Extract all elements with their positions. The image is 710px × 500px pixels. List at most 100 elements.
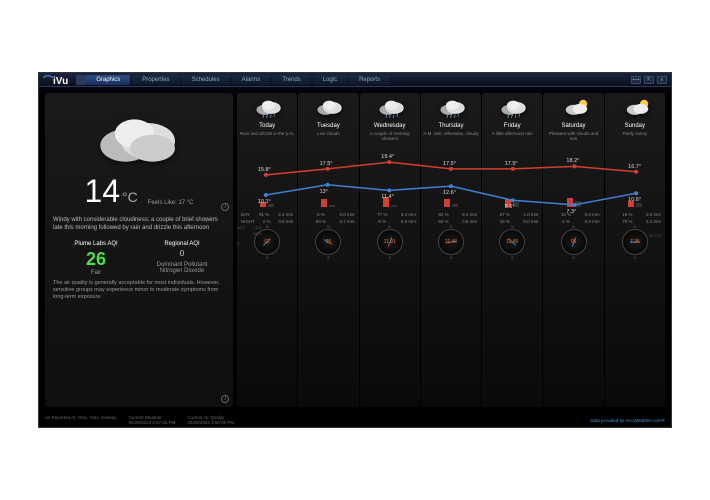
forecast-icon [496, 97, 528, 121]
detach-icon[interactable]: ⇱ [644, 76, 654, 84]
precip: 82 %9.2 mm60 %0.5 mm [423, 211, 479, 225]
regional-aqi-value: 0 [139, 249, 225, 258]
tab-properties[interactable]: Properties [132, 75, 179, 85]
temp-unit: °C [122, 189, 138, 205]
day-desc: Pleasant with clouds and sun [545, 131, 601, 143]
logo: ⌒iVu [43, 72, 68, 87]
wind-compass: 7.35 [622, 229, 648, 255]
precip: DAY91 %2.2 mmNIGHT2 %0.0 mm [239, 211, 295, 225]
plume-aqi-label: Plume Labs AQI [53, 241, 139, 247]
tab-graphics[interactable]: Graphics [86, 75, 130, 85]
day-6[interactable]: Sunday Partly sunny 15 %0.0 mm70 %3.3 mm 7.… [605, 93, 665, 407]
tab-reports[interactable]: Reports [349, 75, 390, 85]
axis-top: 65°F [237, 225, 246, 230]
day-desc: A.M. rain; otherwise, cloudy [423, 131, 478, 143]
hi-temp: 19.4° [381, 154, 394, 160]
wind-compass: 11.43 [438, 229, 464, 255]
data-provider: Data provided by AccuWeather.com® [590, 418, 665, 423]
day-1[interactable]: TuesdayLow clouds5 %0.0 mm80 %3.7 mm05 [298, 93, 358, 407]
tab-logic[interactable]: Logic [313, 75, 347, 85]
scale-icon[interactable]: ⟷ [631, 76, 641, 84]
forecast-icon [312, 97, 344, 121]
day-name: Wednesday [374, 123, 406, 129]
hdd-bar [329, 205, 335, 207]
day-2[interactable]: Wednesday A couple of morning showers 77 %… [360, 93, 420, 407]
forecast-panel: TodayRain and drizzle in the p.m.DAY91 %… [237, 93, 665, 407]
day-name: Sunday [625, 123, 645, 129]
day-desc: A little afternoon rain [492, 131, 533, 143]
wind-compass: 05 [315, 229, 341, 255]
day-0[interactable]: TodayRain and drizzle in the p.m.DAY91 %… [237, 93, 297, 407]
day-name: Tuesday [317, 123, 340, 129]
regional-aqi-label: Regional AQI [139, 241, 225, 247]
wind-compass: 05 [561, 229, 587, 255]
forecast-icon [374, 97, 406, 121]
lo-temp: 12.6° [443, 190, 456, 196]
lo-temp: 7.3° [566, 209, 576, 215]
current-temp: 14 [84, 173, 120, 210]
hi-temp: 15.8° [258, 167, 271, 173]
hi-temp: 16.7° [628, 164, 641, 170]
degree-bars [300, 191, 356, 207]
hdd-bar [391, 205, 397, 207]
lo-temp: 10.1° [258, 199, 271, 205]
info-icon[interactable]: i [221, 203, 229, 211]
day-5[interactable]: SaturdayPleasant with clouds and sun16 %… [543, 93, 603, 407]
day-name: Saturday [562, 123, 586, 129]
current-panel: 14 °C Feels Like: 17 °C i Windy with con… [45, 93, 233, 407]
day-name: Friday [504, 123, 521, 129]
forecast-icon [619, 97, 651, 121]
tab-alarms[interactable]: Alarms [232, 75, 271, 85]
precip: 77 %3.3 mm9 %0.0 mm [362, 211, 418, 225]
wind-compass: 11.45 [499, 229, 525, 255]
content: 14 °C Feels Like: 17 °C i Windy with con… [39, 87, 671, 413]
day-name: Today [259, 123, 275, 129]
forecast-icon [251, 97, 283, 121]
top-nav: ⌒iVu GraphicsPropertiesSchedulesAlarmsTr… [39, 73, 671, 87]
day-desc: Low clouds [317, 131, 340, 143]
lo-temp: 11.4° [381, 194, 394, 200]
day-desc: A couple of morning showers [362, 131, 418, 143]
hdd-bar [575, 201, 581, 207]
tab-bar: GraphicsPropertiesSchedulesAlarmsTrendsL… [86, 75, 631, 85]
hi-temp: 17.5° [443, 161, 456, 167]
reported-label: As Reported At: [45, 415, 77, 420]
pollutant-value: Nitrogen Dioxide [139, 268, 225, 274]
lo-temp: 8.6° [505, 204, 515, 210]
aq-time: 08/29/2023 3:00:00 PM [187, 420, 234, 425]
hdd-bar [452, 204, 458, 207]
day-desc: Partly sunny [622, 131, 647, 143]
footer: As Reported At: Oslo, Oslo, Norway Curre… [39, 413, 671, 427]
day-4[interactable]: Friday A little afternoon rain 57 %1.0 mm1… [482, 93, 542, 407]
weather-time: 08/29/2023 3:47:24 PM [129, 420, 176, 425]
cdd-bar [567, 198, 573, 207]
plume-aqi-status: Fair [53, 270, 139, 276]
aqi-section: Plume Labs AQI 26 Fair Regional AQI 0 Do… [53, 241, 225, 276]
forecast-icon [435, 97, 467, 121]
tab-trends[interactable]: Trends [272, 75, 310, 85]
hdd-label: HDD [253, 231, 262, 236]
info-icon[interactable]: i [221, 395, 229, 403]
axis-bot: 0° [237, 241, 241, 246]
wind-compass: 11.91 [377, 229, 403, 255]
forecast-icon [558, 97, 590, 121]
day-3[interactable]: Thursday A.M. rain; otherwise, cloudy 82 %… [421, 93, 481, 407]
degree-bars [545, 191, 601, 207]
precip: 15 %0.0 mm70 %3.3 mm [607, 211, 663, 225]
temp-row: 14 °C Feels Like: 17 °C [53, 173, 225, 210]
plume-aqi-value: 26 [53, 249, 139, 270]
app-window: ⌒iVu GraphicsPropertiesSchedulesAlarmsTr… [38, 72, 672, 428]
cdd-bar [321, 199, 327, 207]
day-name: Thursday [438, 123, 463, 129]
home-icon[interactable] [76, 75, 86, 85]
tab-schedules[interactable]: Schedules [182, 75, 230, 85]
feels-like: Feels Like: 17 °C [148, 200, 194, 206]
cdd-label: CDD [253, 225, 262, 230]
hi-temp: 17.5° [320, 161, 333, 167]
precip: 57 %1.0 mm15 %0.0 mm [484, 211, 540, 225]
cdd-bar [444, 199, 450, 207]
lo-temp: 13° [320, 189, 328, 195]
location: Oslo, Oslo, Norway [78, 415, 117, 420]
weather-description: Windy with considerable cloudiness; a co… [53, 216, 225, 233]
menu-icon[interactable]: ≡ [657, 76, 667, 84]
